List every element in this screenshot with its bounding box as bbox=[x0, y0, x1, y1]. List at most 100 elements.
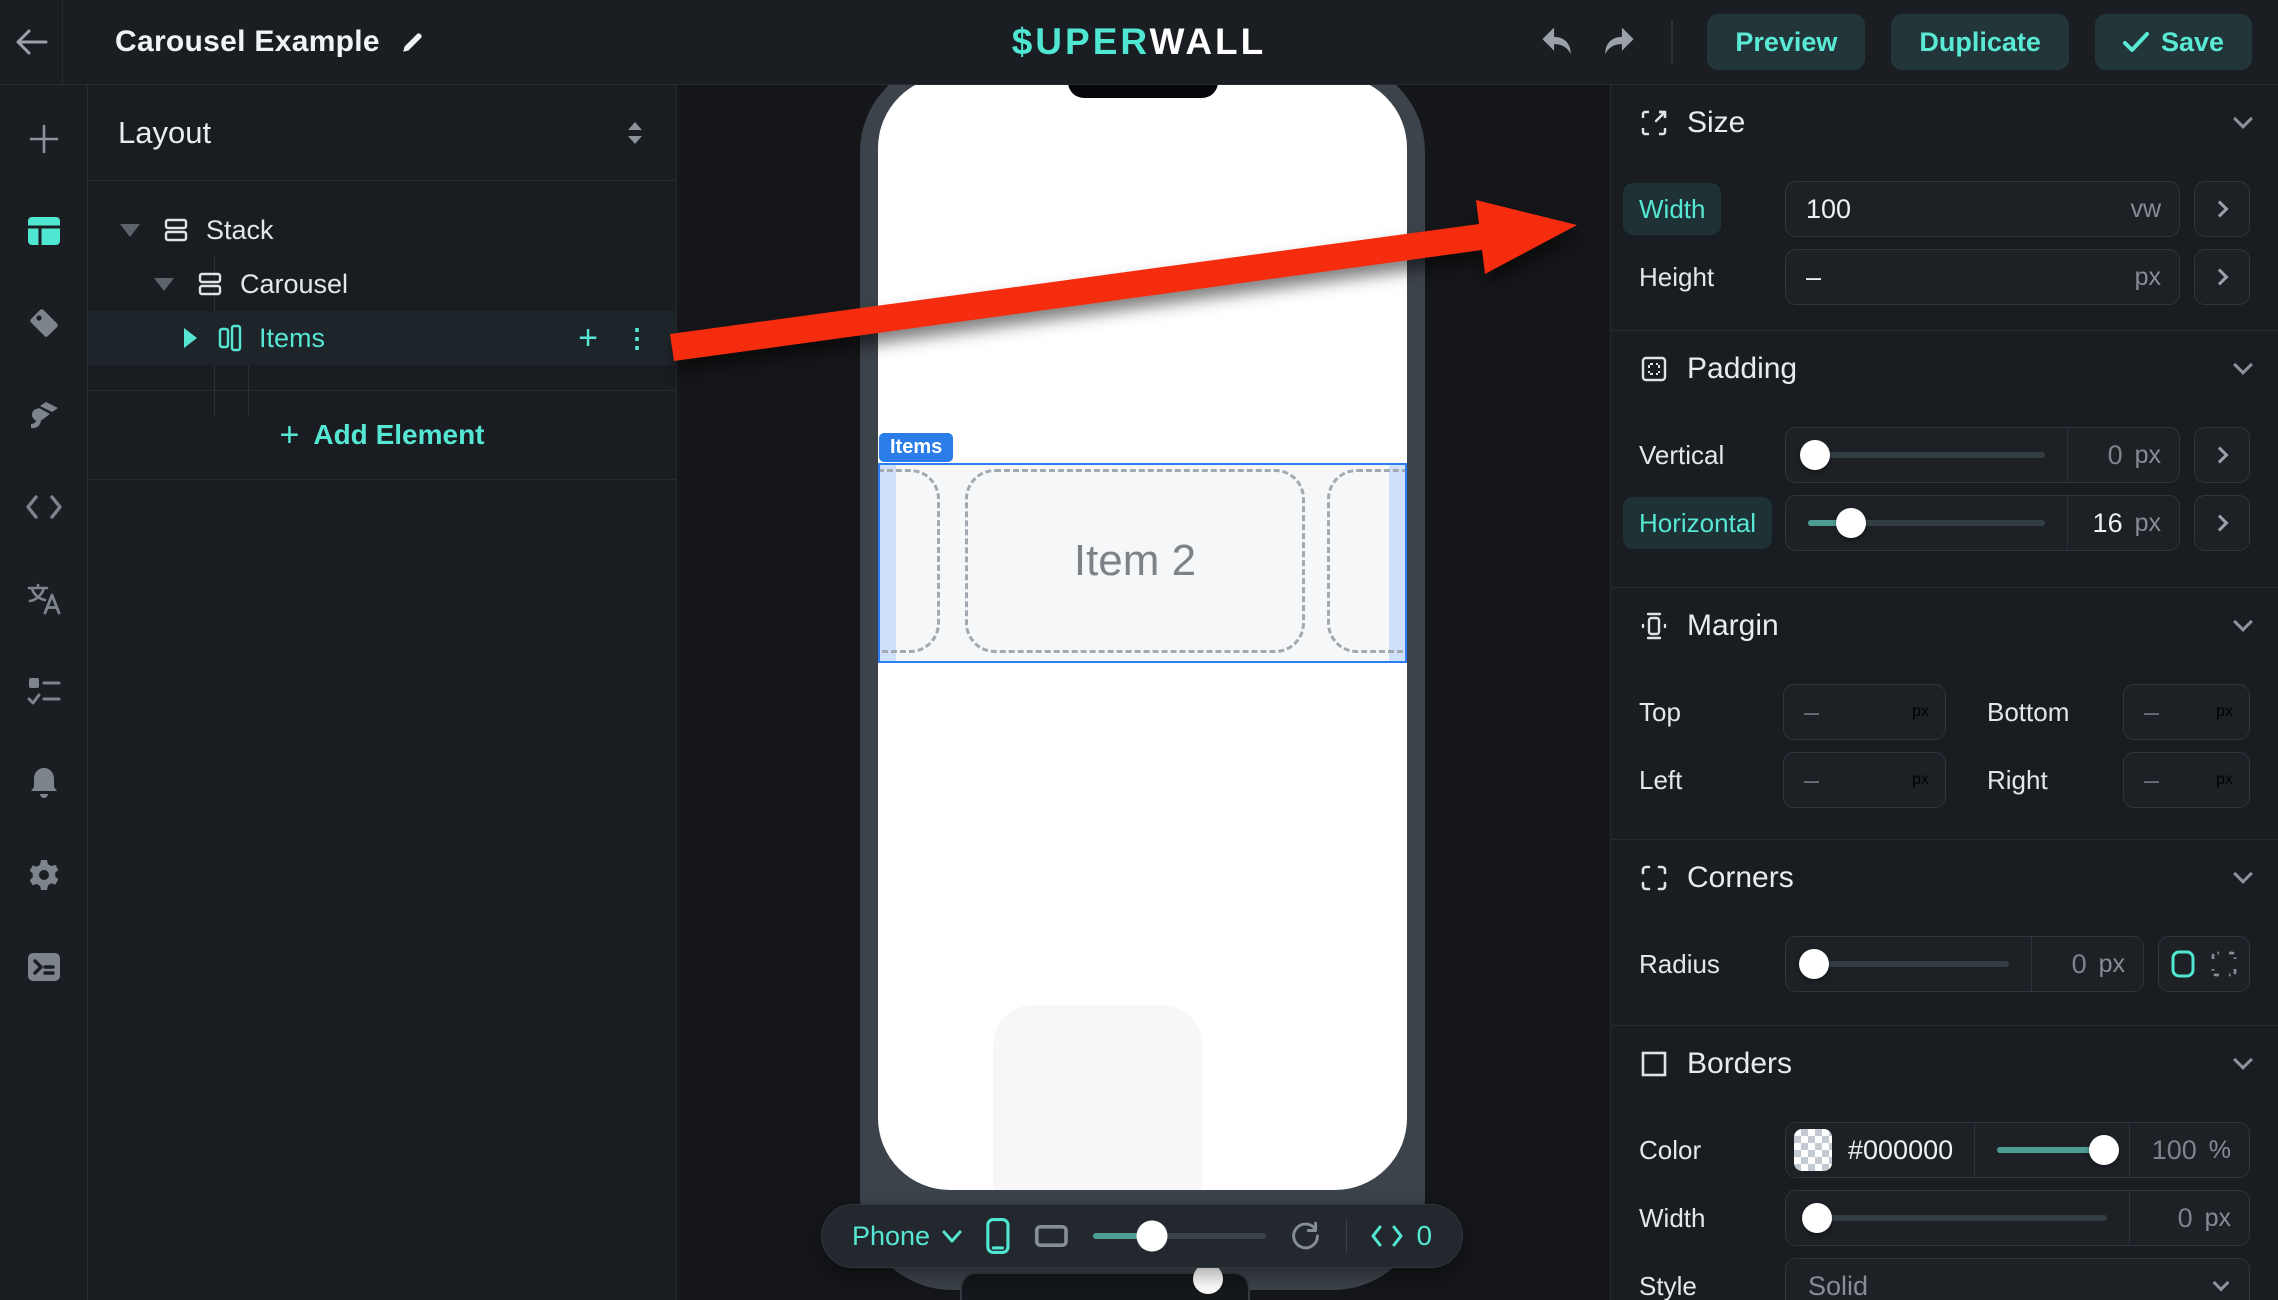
undo-icon[interactable] bbox=[1539, 26, 1575, 58]
superwall-editor: Carousel Example $UPERWALL Preview Dupli… bbox=[0, 0, 2278, 1300]
margin-left-right-row: Left – px Right – px bbox=[1639, 752, 2250, 808]
styles-tool-button[interactable] bbox=[0, 369, 87, 461]
width-input[interactable]: 100 vw bbox=[1785, 181, 2180, 237]
margin-right-input[interactable]: – px bbox=[2123, 752, 2250, 808]
tree-row-stack[interactable]: Stack bbox=[88, 203, 676, 257]
vertical-expand-button[interactable] bbox=[2194, 427, 2250, 483]
width-row: Width 100 vw bbox=[1639, 181, 2250, 237]
border-width-slider[interactable] bbox=[1786, 1191, 2129, 1245]
collapse-chevron-icon[interactable] bbox=[2233, 1050, 2253, 1070]
slider-knob[interactable] bbox=[1800, 440, 1830, 470]
refresh-icon[interactable] bbox=[1290, 1219, 1321, 1253]
code-editor-button[interactable]: 0 bbox=[1370, 1220, 1432, 1252]
zoom-slider[interactable] bbox=[1093, 1233, 1267, 1239]
horizontal-padding-slider[interactable] bbox=[1786, 496, 2067, 550]
duplicate-button[interactable]: Duplicate bbox=[1891, 14, 2069, 70]
padding-vertical-row: Vertical 0 px bbox=[1639, 427, 2250, 483]
collapse-chevron-icon[interactable] bbox=[2233, 355, 2253, 375]
tree-row-label: Stack bbox=[206, 215, 274, 246]
landscape-device-icon[interactable] bbox=[1034, 1222, 1069, 1250]
color-swatch[interactable] bbox=[1794, 1129, 1832, 1171]
save-button[interactable]: Save bbox=[2095, 14, 2252, 70]
caret-right-icon[interactable] bbox=[184, 328, 197, 348]
phone-screen[interactable]: Item 2 Items bbox=[878, 85, 1407, 1190]
device-selector[interactable]: Phone bbox=[852, 1221, 962, 1252]
edit-pencil-icon[interactable] bbox=[400, 29, 426, 55]
horizontal-padding-input[interactable]: 16 px bbox=[1785, 495, 2180, 551]
height-unit[interactable]: px bbox=[2135, 263, 2179, 292]
horizontal-label[interactable]: Horizontal bbox=[1623, 497, 1772, 549]
row-menu-button[interactable]: ⋮ bbox=[624, 330, 650, 346]
tree-row-carousel[interactable]: Carousel bbox=[88, 257, 676, 311]
corner-mode-toggle[interactable] bbox=[2158, 936, 2250, 992]
phone-mockup: Item 2 Items bbox=[860, 85, 1425, 1290]
check-icon bbox=[2123, 31, 2149, 53]
caret-down-icon[interactable] bbox=[154, 278, 174, 291]
slider-knob[interactable] bbox=[2089, 1135, 2119, 1165]
radius-input[interactable]: 0 px bbox=[1785, 936, 2144, 992]
border-color-label: Color bbox=[1639, 1135, 1785, 1166]
vertical-padding-input[interactable]: 0 px bbox=[1785, 427, 2180, 483]
color-hex-value[interactable]: #000000 bbox=[1832, 1135, 1974, 1166]
width-unit[interactable]: vw bbox=[2130, 195, 2179, 224]
opacity-slider[interactable] bbox=[1974, 1123, 2129, 1177]
collapse-chevron-icon[interactable] bbox=[2233, 864, 2253, 884]
canvas[interactable]: Item 2 Items Phone bbox=[677, 85, 1610, 1300]
console-tool-button[interactable] bbox=[0, 921, 87, 1013]
settings-tool-button[interactable] bbox=[0, 829, 87, 921]
slider-knob[interactable] bbox=[1799, 949, 1829, 979]
code-tool-button[interactable] bbox=[0, 461, 87, 553]
slider-knob[interactable] bbox=[1836, 508, 1866, 538]
section-title: Margin bbox=[1687, 609, 1779, 643]
carousel-item-previous[interactable] bbox=[878, 469, 940, 653]
carousel-selection[interactable]: Item 2 bbox=[878, 463, 1407, 663]
localization-tool-button[interactable] bbox=[0, 553, 87, 645]
tree-row-items[interactable]: Items + ⋮ bbox=[88, 311, 676, 365]
checklist-tool-button[interactable] bbox=[0, 645, 87, 737]
layout-tool-button[interactable] bbox=[0, 185, 87, 277]
add-child-button[interactable]: + bbox=[578, 321, 598, 355]
plus-icon bbox=[27, 122, 61, 156]
height-expand-button[interactable] bbox=[2194, 249, 2250, 305]
width-label[interactable]: Width bbox=[1623, 183, 1721, 235]
phone-notch bbox=[1068, 85, 1218, 98]
plus-icon: + bbox=[280, 418, 300, 452]
redo-icon[interactable] bbox=[1601, 26, 1637, 58]
margin-top-input[interactable]: – px bbox=[1783, 684, 1946, 740]
radius-slider[interactable] bbox=[1786, 937, 2031, 991]
radius-label: Radius bbox=[1639, 949, 1785, 980]
collapse-chevron-icon[interactable] bbox=[2233, 612, 2253, 632]
divider bbox=[1346, 1218, 1347, 1254]
portrait-device-icon[interactable] bbox=[986, 1216, 1010, 1256]
carousel-item-next[interactable] bbox=[1327, 469, 1407, 653]
width-expand-button[interactable] bbox=[2194, 181, 2250, 237]
add-element-button[interactable]: + Add Element bbox=[88, 391, 676, 480]
horizontal-expand-button[interactable] bbox=[2194, 495, 2250, 551]
layout-panel-title: Layout bbox=[118, 115, 211, 151]
section-title: Size bbox=[1687, 106, 1745, 140]
collapse-chevron-icon[interactable] bbox=[2233, 109, 2253, 129]
next-page-handle bbox=[1193, 1264, 1223, 1294]
margin-left-input[interactable]: – px bbox=[1783, 752, 1946, 808]
border-width-label: Width bbox=[1639, 1203, 1785, 1234]
padding-horizontal-row: Horizontal 16 px bbox=[1639, 495, 2250, 551]
zoom-slider-knob[interactable] bbox=[1136, 1221, 1167, 1252]
tags-tool-button[interactable] bbox=[0, 277, 87, 369]
border-style-select[interactable]: Solid bbox=[1785, 1258, 2250, 1300]
carousel-item-current[interactable]: Item 2 bbox=[965, 469, 1305, 653]
border-style-row: Style Solid bbox=[1639, 1258, 2250, 1300]
caret-down-icon[interactable] bbox=[120, 224, 140, 237]
borders-icon bbox=[1639, 1049, 1669, 1079]
add-tool-button[interactable] bbox=[0, 93, 87, 185]
border-color-input[interactable]: #000000 100 % bbox=[1785, 1122, 2250, 1178]
border-width-input[interactable]: 0 px bbox=[1785, 1190, 2250, 1246]
back-button[interactable] bbox=[0, 0, 63, 84]
height-input[interactable]: – px bbox=[1785, 249, 2180, 305]
vertical-padding-slider[interactable] bbox=[1786, 428, 2067, 482]
slider-knob[interactable] bbox=[1802, 1203, 1832, 1233]
notifications-tool-button[interactable] bbox=[0, 737, 87, 829]
preview-button[interactable]: Preview bbox=[1707, 14, 1865, 70]
margin-bottom-input[interactable]: – px bbox=[2123, 684, 2250, 740]
sort-icon[interactable] bbox=[624, 120, 646, 146]
layout-panel-header: Layout bbox=[88, 85, 676, 181]
